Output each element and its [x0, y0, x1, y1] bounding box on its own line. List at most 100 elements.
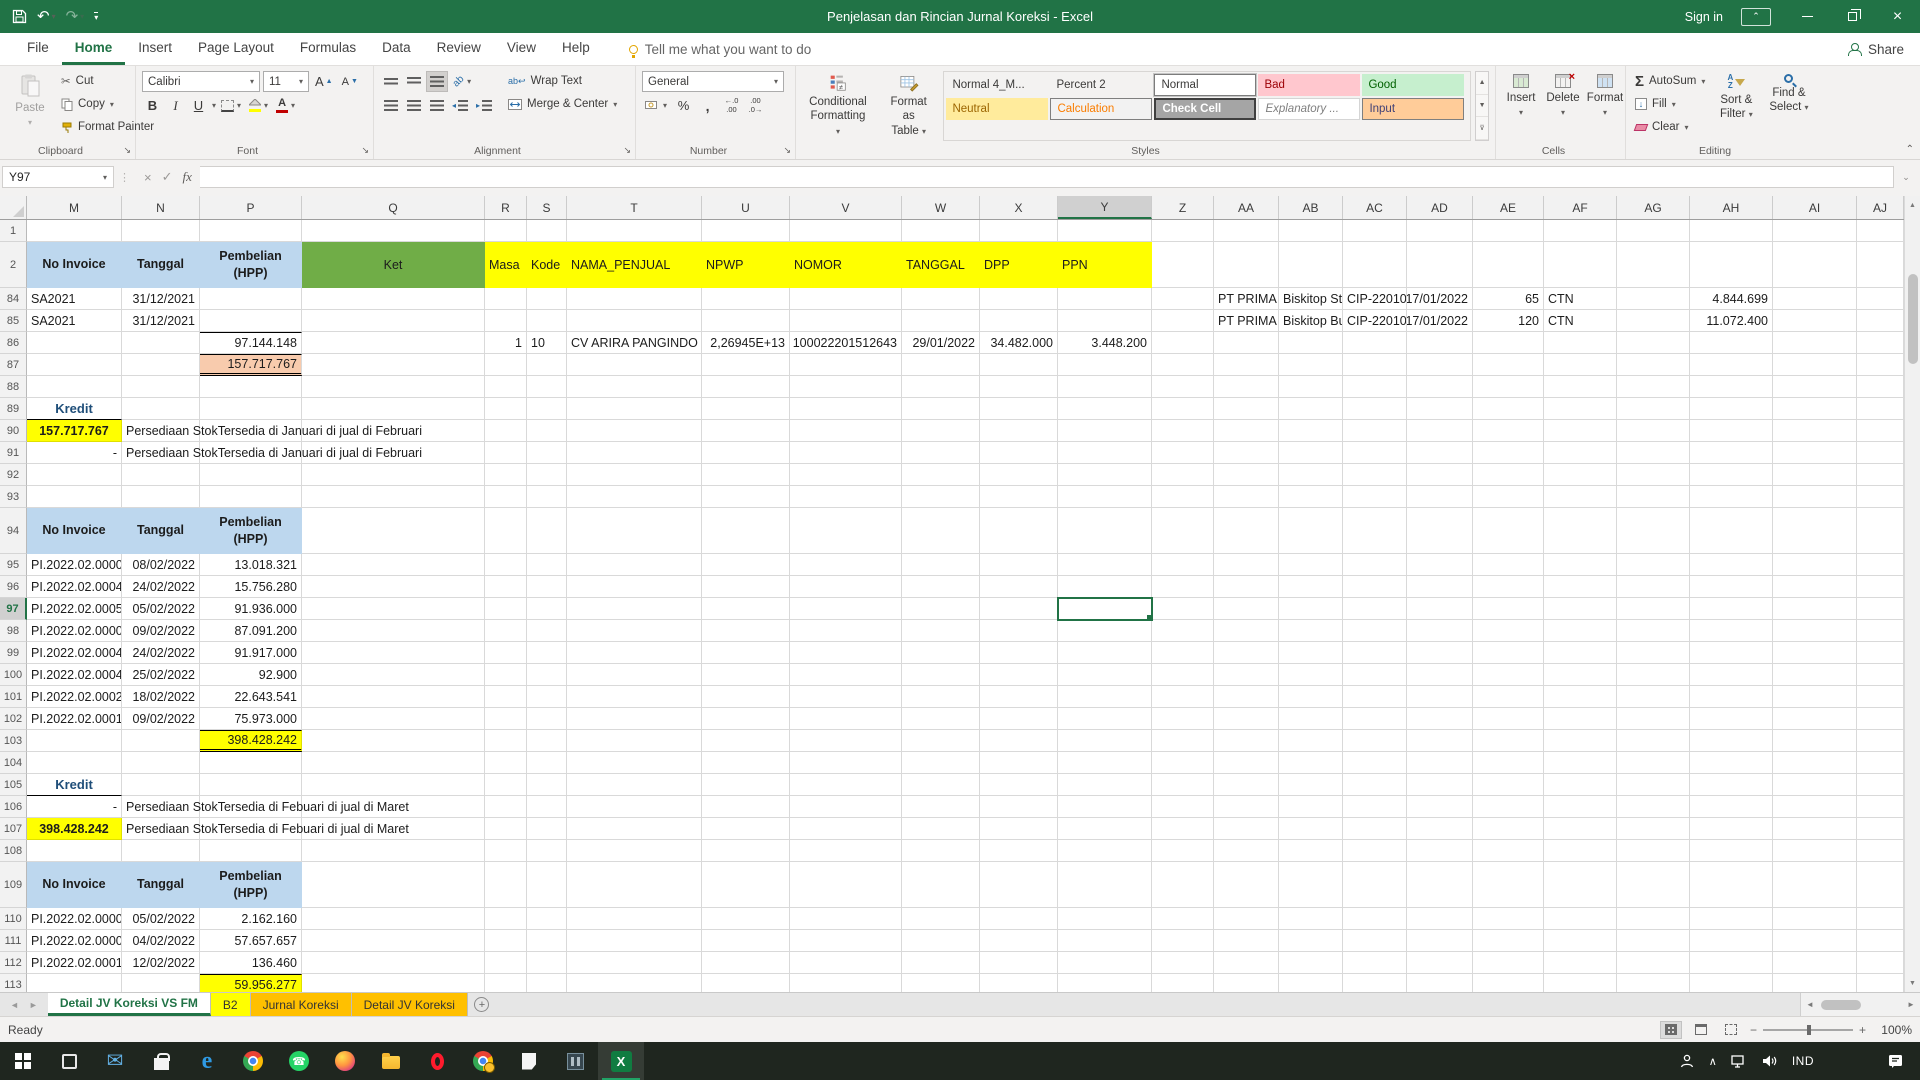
- column-header-V[interactable]: V: [790, 196, 902, 219]
- cell-AJ102[interactable]: [1857, 708, 1904, 730]
- cell-S90[interactable]: [527, 420, 567, 442]
- cell-AE103[interactable]: [1473, 730, 1544, 752]
- cell-U105[interactable]: [702, 774, 790, 796]
- style-item-input[interactable]: Input: [1362, 98, 1464, 120]
- cell-AE112[interactable]: [1473, 952, 1544, 974]
- cell-AE105[interactable]: [1473, 774, 1544, 796]
- cell-AC96[interactable]: [1343, 576, 1407, 598]
- cell-U104[interactable]: [702, 752, 790, 774]
- cell-AB90[interactable]: [1279, 420, 1343, 442]
- increase-indent-button[interactable]: ▸: [473, 95, 495, 116]
- customize-quick-access-icon[interactable]: ▾: [94, 12, 98, 22]
- cell-AB104[interactable]: [1279, 752, 1343, 774]
- cell-AB112[interactable]: [1279, 952, 1343, 974]
- cell-X110[interactable]: [980, 908, 1058, 930]
- cell-AC110[interactable]: [1343, 908, 1407, 930]
- cell-T89[interactable]: [567, 398, 702, 420]
- cell-AE95[interactable]: [1473, 554, 1544, 576]
- cell-AA84[interactable]: PT PRIMA: [1214, 288, 1279, 310]
- cell-M112[interactable]: PI.2022.02.00010: [27, 952, 122, 974]
- cell-AF96[interactable]: [1544, 576, 1617, 598]
- cell-V113[interactable]: [790, 974, 902, 992]
- cell-Z107[interactable]: [1152, 818, 1214, 840]
- cell-AJ2[interactable]: [1857, 242, 1904, 288]
- volume-icon[interactable]: [1761, 1054, 1778, 1068]
- cell-V85[interactable]: [790, 310, 902, 332]
- firefox-taskbar-icon[interactable]: [322, 1042, 368, 1080]
- cell-R91[interactable]: [485, 442, 527, 464]
- cell-AG101[interactable]: [1617, 686, 1690, 708]
- cell-AJ85[interactable]: [1857, 310, 1904, 332]
- cell-Y101[interactable]: [1058, 686, 1152, 708]
- cell-V92[interactable]: [790, 464, 902, 486]
- cell-W103[interactable]: [902, 730, 980, 752]
- chrome-taskbar-icon[interactable]: [230, 1042, 276, 1080]
- grow-font-button[interactable]: A▲: [312, 71, 336, 92]
- cell-V87[interactable]: [790, 354, 902, 376]
- row-header-110[interactable]: 110: [0, 908, 27, 930]
- underline-button[interactable]: U: [188, 95, 209, 116]
- cell-Q87[interactable]: [302, 354, 485, 376]
- action-center-icon[interactable]: [1888, 1054, 1904, 1069]
- cell-AB106[interactable]: [1279, 796, 1343, 818]
- cell-W111[interactable]: [902, 930, 980, 952]
- cell-U1[interactable]: [702, 220, 790, 242]
- cell-T93[interactable]: [567, 486, 702, 508]
- cell-AF84[interactable]: CTN: [1544, 288, 1617, 310]
- cell-M85[interactable]: SA2021: [27, 310, 122, 332]
- cell-M111[interactable]: PI.2022.02.00001: [27, 930, 122, 952]
- cell-AI102[interactable]: [1773, 708, 1857, 730]
- cell-AH105[interactable]: [1690, 774, 1773, 796]
- cell-X109[interactable]: [980, 862, 1058, 908]
- cell-R105[interactable]: [485, 774, 527, 796]
- cell-AJ1[interactable]: [1857, 220, 1904, 242]
- cell-Q112[interactable]: [302, 952, 485, 974]
- cell-S99[interactable]: [527, 642, 567, 664]
- cell-W95[interactable]: [902, 554, 980, 576]
- cell-AG112[interactable]: [1617, 952, 1690, 974]
- cell-R85[interactable]: [485, 310, 527, 332]
- cell-AH93[interactable]: [1690, 486, 1773, 508]
- cell-AJ94[interactable]: [1857, 508, 1904, 554]
- font-dialog-launcher-icon[interactable]: ↘: [361, 145, 369, 156]
- cell-AE100[interactable]: [1473, 664, 1544, 686]
- cell-T110[interactable]: [567, 908, 702, 930]
- cell-AE111[interactable]: [1473, 930, 1544, 952]
- row-header-97[interactable]: 97: [0, 598, 27, 620]
- cell-N99[interactable]: 24/02/2022: [122, 642, 200, 664]
- cell-AA96[interactable]: [1214, 576, 1279, 598]
- cell-N2[interactable]: Tanggal: [122, 242, 200, 288]
- cell-AG107[interactable]: [1617, 818, 1690, 840]
- cell-AH84[interactable]: 4.844.699: [1690, 288, 1773, 310]
- cell-X90[interactable]: [980, 420, 1058, 442]
- cell-Y89[interactable]: [1058, 398, 1152, 420]
- cell-U93[interactable]: [702, 486, 790, 508]
- cell-AA106[interactable]: [1214, 796, 1279, 818]
- cell-S93[interactable]: [527, 486, 567, 508]
- cell-AH100[interactable]: [1690, 664, 1773, 686]
- font-size-select[interactable]: 11▾: [263, 71, 309, 92]
- cell-M1[interactable]: [27, 220, 122, 242]
- cell-Q100[interactable]: [302, 664, 485, 686]
- cell-R111[interactable]: [485, 930, 527, 952]
- cell-S1[interactable]: [527, 220, 567, 242]
- cell-U97[interactable]: [702, 598, 790, 620]
- cell-P111[interactable]: 57.657.657: [200, 930, 302, 952]
- name-box[interactable]: Y97▾: [2, 166, 114, 188]
- cell-X88[interactable]: [980, 376, 1058, 398]
- cell-N84[interactable]: 31/12/2021: [122, 288, 200, 310]
- cell-S103[interactable]: [527, 730, 567, 752]
- cell-AG86[interactable]: [1617, 332, 1690, 354]
- cell-M92[interactable]: [27, 464, 122, 486]
- cell-X92[interactable]: [980, 464, 1058, 486]
- style-item-percent-2[interactable]: Percent 2: [1050, 74, 1152, 96]
- cell-S100[interactable]: [527, 664, 567, 686]
- cell-Y95[interactable]: [1058, 554, 1152, 576]
- chrome-alt-taskbar-icon[interactable]: [460, 1042, 506, 1080]
- scroll-right-icon[interactable]: ►: [1902, 1000, 1920, 1009]
- bold-button[interactable]: B: [142, 95, 163, 116]
- cell-Z92[interactable]: [1152, 464, 1214, 486]
- cell-S88[interactable]: [527, 376, 567, 398]
- cell-AC92[interactable]: [1343, 464, 1407, 486]
- row-header-98[interactable]: 98: [0, 620, 27, 642]
